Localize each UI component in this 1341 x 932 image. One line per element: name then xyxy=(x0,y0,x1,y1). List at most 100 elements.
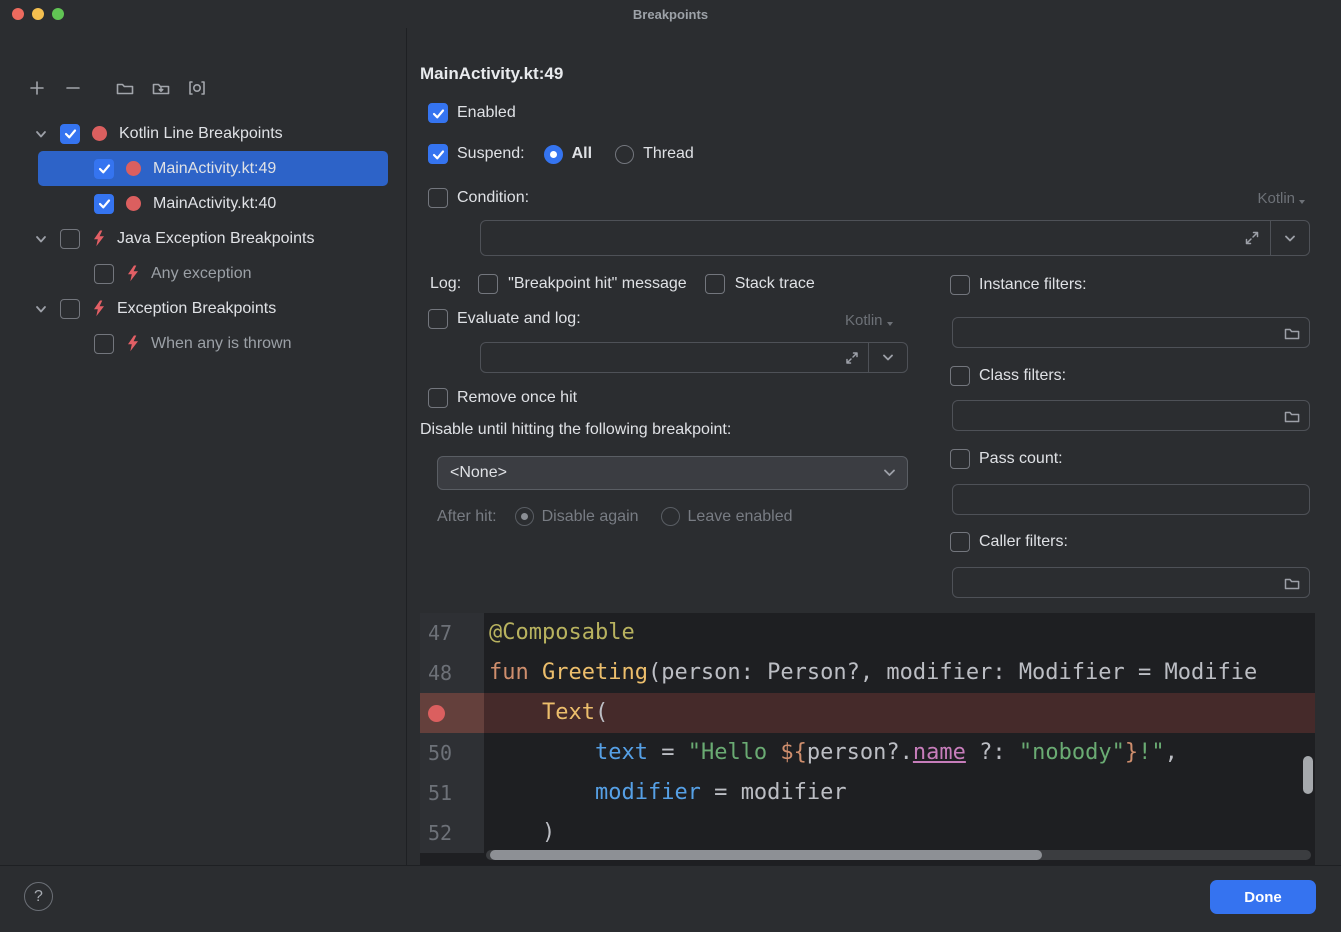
caller-filters-checkbox[interactable] xyxy=(950,532,970,552)
code-token: , xyxy=(1165,740,1178,765)
log-message-checkbox[interactable] xyxy=(478,274,498,294)
titlebar: Breakpoints xyxy=(0,0,1341,28)
browse-button[interactable] xyxy=(1284,576,1300,590)
kotlin-line-breakpoints-checkbox[interactable] xyxy=(60,124,80,144)
tree-label: When any is thrown xyxy=(151,335,292,353)
expand-editor-button[interactable] xyxy=(845,351,859,365)
close-button[interactable] xyxy=(12,8,24,20)
tree-group-java-exception-breakpoints[interactable]: Java Exception Breakpoints xyxy=(0,221,406,256)
help-icon: ? xyxy=(34,888,43,906)
mainactivity-40-checkbox[interactable] xyxy=(94,194,114,214)
class-filters-row: Class filters: xyxy=(950,366,1066,386)
group-breakpoints-button[interactable] xyxy=(112,76,138,100)
exception-breakpoint-icon xyxy=(126,265,139,282)
add-breakpoint-button[interactable] xyxy=(24,76,50,100)
group-by-class-button[interactable] xyxy=(184,76,210,100)
code-line: 50 text = "Hello ${person?.name ?: "nobo… xyxy=(420,733,1315,773)
code-token: = xyxy=(701,780,741,805)
code-text: fun Greeting(person: Person?, modifier: … xyxy=(484,653,1315,693)
condition-language-selector[interactable]: Kotlin xyxy=(1257,190,1305,207)
chevron-down-icon xyxy=(1285,235,1295,242)
evaluate-history-dropdown[interactable] xyxy=(868,343,907,372)
mainactivity-49-checkbox[interactable] xyxy=(94,159,114,179)
instance-filters-checkbox[interactable] xyxy=(950,275,970,295)
exception-breakpoint-icon xyxy=(126,335,139,352)
condition-input[interactable] xyxy=(480,220,1310,256)
exception-breakpoints-checkbox[interactable] xyxy=(60,299,80,319)
expand-editor-button[interactable] xyxy=(1244,230,1260,246)
leave-enabled-radio[interactable] xyxy=(661,507,680,526)
tree-label: Exception Breakpoints xyxy=(117,300,276,318)
move-to-group-button[interactable] xyxy=(148,76,174,100)
instance-filters-input[interactable] xyxy=(952,317,1310,348)
tree-label: Java Exception Breakpoints xyxy=(117,230,314,248)
browse-button[interactable] xyxy=(1284,409,1300,423)
suspend-thread-radio[interactable] xyxy=(615,145,634,164)
condition-label: Condition: xyxy=(457,189,529,207)
breakpoint-dot-icon[interactable] xyxy=(428,705,445,722)
line-number: 48 xyxy=(420,653,484,693)
pass-count-checkbox[interactable] xyxy=(950,449,970,469)
any-exception-checkbox[interactable] xyxy=(94,264,114,284)
evaluate-input[interactable] xyxy=(480,342,908,373)
remove-breakpoint-button[interactable] xyxy=(60,76,86,100)
disable-until-select[interactable]: <None> xyxy=(437,456,908,490)
check-icon xyxy=(432,148,445,161)
code-text: modifier = modifier xyxy=(484,773,1315,813)
breakpoint-dot-icon xyxy=(92,126,107,141)
condition-checkbox[interactable] xyxy=(428,188,448,208)
chevron-down-icon[interactable] xyxy=(34,127,48,141)
code-line: 48 fun Greeting(person: Person?, modifie… xyxy=(420,653,1315,693)
when-any-is-thrown-checkbox[interactable] xyxy=(94,334,114,354)
chevron-down-icon[interactable] xyxy=(34,232,48,246)
remove-once-hit-checkbox[interactable] xyxy=(428,388,448,408)
line-number: 52 xyxy=(420,813,484,853)
after-hit-label: After hit: xyxy=(437,508,497,526)
code-token: ${ xyxy=(780,740,807,765)
code-token xyxy=(489,700,542,725)
help-button[interactable]: ? xyxy=(24,882,53,911)
stack-trace-checkbox[interactable] xyxy=(705,274,725,294)
vertical-scrollbar-thumb[interactable] xyxy=(1303,756,1313,794)
check-icon xyxy=(98,162,111,175)
evaluate-checkbox[interactable] xyxy=(428,309,448,329)
suspend-checkbox[interactable] xyxy=(428,144,448,164)
enabled-checkbox[interactable] xyxy=(428,103,448,123)
code-token: !" xyxy=(1138,740,1165,765)
evaluate-language-selector[interactable]: Kotlin xyxy=(845,312,893,329)
breakpoint-dot-icon xyxy=(126,196,141,211)
code-token: @Composable xyxy=(489,620,635,645)
chevron-down-icon xyxy=(883,354,893,361)
class-filters-checkbox[interactable] xyxy=(950,366,970,386)
horizontal-scrollbar[interactable] xyxy=(486,850,1311,860)
evaluate-row: Evaluate and log: xyxy=(428,309,581,329)
zoom-button[interactable] xyxy=(52,8,64,20)
folder-icon xyxy=(1284,409,1300,423)
folder-icon xyxy=(1284,576,1300,590)
breakpoint-detail-panel: MainActivity.kt:49 Enabled Suspend: All … xyxy=(408,28,1341,866)
condition-history-dropdown[interactable] xyxy=(1270,221,1309,255)
tree-group-exception-breakpoints[interactable]: Exception Breakpoints xyxy=(0,291,406,326)
tree-item-any-exception[interactable]: Any exception xyxy=(38,256,388,291)
code-token: = xyxy=(648,740,688,765)
browse-button[interactable] xyxy=(1284,326,1300,340)
tree-item-mainactivity-49[interactable]: MainActivity.kt:49 xyxy=(38,151,388,186)
done-button[interactable]: Done xyxy=(1210,880,1316,914)
caller-filters-input[interactable] xyxy=(952,567,1310,598)
minimize-button[interactable] xyxy=(32,8,44,20)
tree-group-kotlin-line-breakpoints[interactable]: Kotlin Line Breakpoints xyxy=(0,116,406,151)
leave-enabled-label: Leave enabled xyxy=(688,508,793,526)
check-icon xyxy=(432,107,445,120)
class-filters-input[interactable] xyxy=(952,400,1310,431)
disable-again-radio[interactable] xyxy=(515,507,534,526)
code-text: ) xyxy=(484,813,1315,853)
chevron-down-icon[interactable] xyxy=(34,302,48,316)
pass-count-row: Pass count: xyxy=(950,449,1063,469)
java-exception-breakpoints-checkbox[interactable] xyxy=(60,229,80,249)
horizontal-scrollbar-thumb[interactable] xyxy=(490,850,1042,860)
tree-item-mainactivity-40[interactable]: MainActivity.kt:40 xyxy=(38,186,388,221)
pass-count-input[interactable] xyxy=(952,484,1310,515)
tree-item-when-any-is-thrown[interactable]: When any is thrown xyxy=(38,326,388,361)
suspend-all-label: All xyxy=(572,145,592,163)
suspend-all-radio[interactable] xyxy=(544,145,563,164)
